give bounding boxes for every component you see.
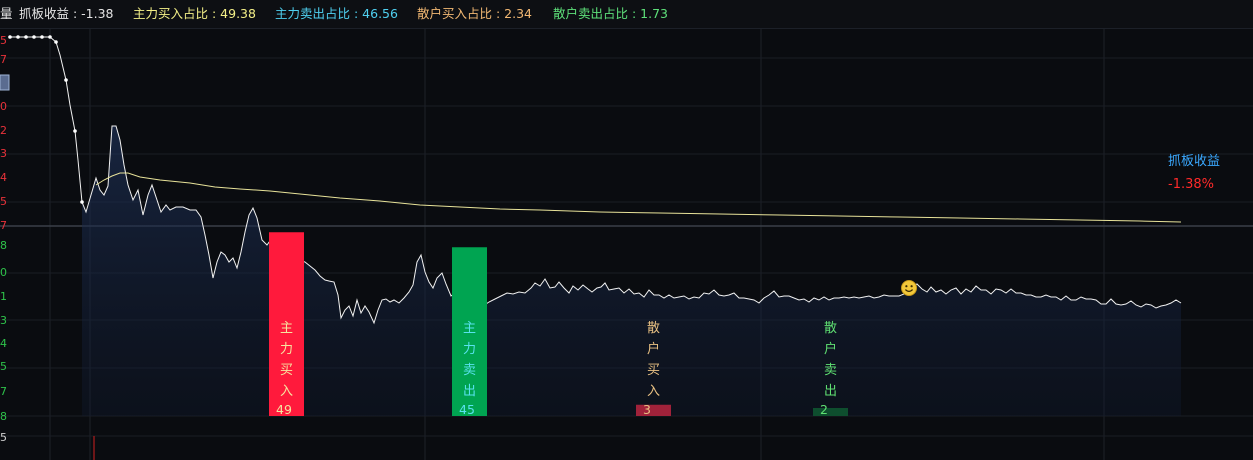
edge-glyph: 量: [0, 6, 13, 21]
header-item-main-buy: 主力买入占比 : 49.38: [133, 6, 256, 21]
legend: 抓板收益 -1.38%: [1168, 154, 1220, 192]
series-point-0: [8, 35, 12, 39]
y-tick-upper-0: 5: [0, 34, 7, 47]
bar-label-0-0: 主: [280, 321, 293, 336]
series-point-9: [80, 200, 84, 204]
axis-scroll-handle[interactable]: [0, 74, 10, 91]
profit-chart: 主力买入49主力卖出45散户买入3散户卖出2 57023457801345785…: [0, 29, 1253, 460]
bar-label-0-2: 买: [280, 363, 293, 378]
indicator-header: 量 抓板收益 : -1.38 主力买入占比 : 49.38 主力卖出占比 : 4…: [0, 0, 1253, 29]
smiley-icon: [901, 280, 917, 296]
series-point-6: [54, 40, 58, 44]
bar-label-3-1: 户: [824, 341, 837, 357]
header-item-main-sell: 主力卖出占比 : 46.56: [275, 6, 398, 21]
bar-label-2-3: 入: [647, 384, 660, 399]
bar-label-3-3: 出: [824, 384, 837, 399]
series-point-5: [48, 35, 52, 39]
y-tick-lower-5: 5: [0, 360, 7, 373]
bar-label-3-2: 卖: [824, 363, 837, 378]
bar-label-1-1: 力: [463, 342, 476, 357]
bar-2: [636, 404, 671, 416]
bar-label-0-3: 入: [280, 384, 293, 399]
y-tick-lower-1: 0: [0, 266, 7, 279]
bar-label-1-3: 出: [463, 384, 476, 399]
bar-label-1-0: 主: [463, 321, 476, 336]
series-point-3: [32, 35, 36, 39]
bar-value-3: 2: [820, 402, 828, 417]
header-item-retail-sell: 散户卖出占比 : 1.73: [553, 6, 668, 21]
y-tick-lower-4: 4: [0, 337, 7, 350]
header-item-profit: 抓板收益 : -1.38: [19, 6, 114, 21]
bar-label-1-2: 卖: [463, 363, 476, 378]
bar-value-0: 49: [276, 402, 292, 417]
series-point-8: [73, 129, 77, 133]
y-tick-upper-8: 7: [0, 219, 7, 232]
y-tick-upper-6: 4: [0, 171, 7, 184]
bar-label-2-1: 户: [647, 341, 660, 357]
header-item-retail-buy: 散户买入占比 : 2.34: [417, 6, 532, 21]
bar-label-2-0: 散: [647, 321, 660, 336]
series-point-1: [16, 35, 20, 39]
left-axis: 5 7 0 2 3 4 5 7 8 0 1 3 4 5 7 8 5: [0, 34, 10, 444]
series-point-4: [40, 35, 44, 39]
y-tick-lower-3: 3: [0, 314, 7, 327]
legend-title: 抓板收益: [1168, 154, 1220, 169]
y-tick-lower-0: 8: [0, 239, 7, 252]
y-tick-upper-4: 2: [0, 124, 7, 137]
y-tick-upper-3: 0: [0, 100, 7, 113]
bar-label-2-2: 买: [647, 363, 660, 378]
y-tick-lower-7: 8: [0, 410, 7, 423]
bar-3: [813, 408, 848, 416]
y-tick-upper-5: 3: [0, 147, 7, 160]
bar-label-0-1: 力: [280, 342, 293, 357]
y-tick-upper-7: 5: [0, 195, 7, 208]
bar-value-1: 45: [459, 402, 475, 417]
bar-value-2: 3: [643, 402, 651, 417]
y-tick-lower-6: 7: [0, 385, 7, 398]
line-area-fill: [82, 126, 1181, 416]
series-point-2: [24, 35, 28, 39]
y-tick-upper-1: 7: [0, 53, 7, 66]
series-point-7: [64, 78, 68, 82]
line-area: [82, 126, 1181, 416]
legend-value: -1.38%: [1168, 177, 1214, 192]
y-tick-bottom: 5: [0, 431, 7, 444]
series-average-line: [95, 172, 1182, 223]
bar-label-3-0: 散: [824, 321, 837, 336]
y-tick-lower-2: 1: [0, 290, 7, 303]
